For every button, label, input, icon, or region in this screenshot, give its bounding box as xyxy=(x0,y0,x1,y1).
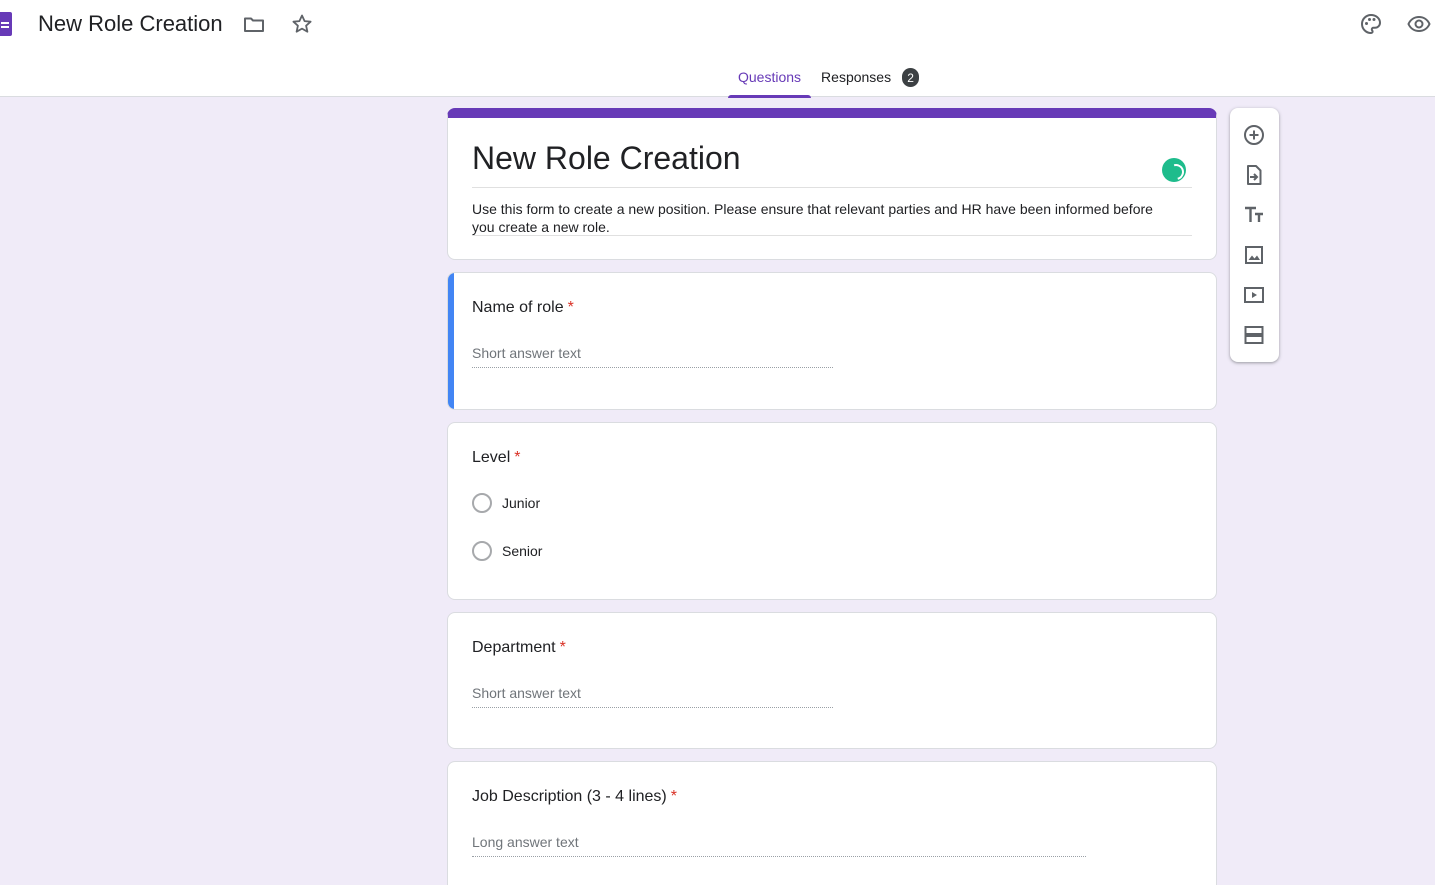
tab-responses[interactable]: Responses 2 xyxy=(811,58,929,97)
short-answer-field: Short answer text xyxy=(472,345,833,368)
question-title: Name of role * xyxy=(472,299,574,317)
question-title-text: Level xyxy=(472,449,511,466)
radio-option-label: Senior xyxy=(502,543,543,559)
question-card-level[interactable]: Level * Junior Senior xyxy=(447,422,1217,600)
short-answer-field: Short answer text xyxy=(472,685,833,708)
radio-circle-icon[interactable] xyxy=(472,541,492,561)
saving-spinner-icon xyxy=(1162,158,1186,182)
tab-responses-label: Responses xyxy=(821,69,892,85)
question-title: Department * xyxy=(472,639,566,657)
radio-option-junior[interactable]: Junior xyxy=(472,493,540,513)
question-card-name-of-role[interactable]: Name of role * Short answer text xyxy=(447,272,1217,410)
add-question-icon[interactable] xyxy=(1242,123,1266,147)
question-title: Job Description (3 - 4 lines) * xyxy=(472,788,677,806)
required-asterisk: * xyxy=(567,299,574,316)
star-icon[interactable] xyxy=(290,12,314,36)
form-header-card[interactable]: New Role Creation Use this form to creat… xyxy=(447,108,1217,260)
eye-icon[interactable] xyxy=(1407,12,1431,36)
required-asterisk: * xyxy=(559,639,566,656)
forms-logo[interactable] xyxy=(0,12,12,36)
side-toolbar xyxy=(1230,108,1279,362)
question-title-text: Department xyxy=(472,639,556,656)
tab-questions-label: Questions xyxy=(738,69,802,85)
title-underline xyxy=(472,187,1192,188)
required-asterisk: * xyxy=(670,788,677,805)
question-title: Level * xyxy=(472,449,520,467)
folder-icon[interactable] xyxy=(242,12,266,36)
required-asterisk: * xyxy=(514,449,521,466)
radio-circle-icon[interactable] xyxy=(472,493,492,513)
palette-icon[interactable] xyxy=(1359,12,1383,36)
document-title[interactable]: New Role Creation xyxy=(38,11,223,37)
question-title-text: Job Description (3 - 4 lines) xyxy=(472,788,667,805)
responses-count-badge: 2 xyxy=(902,68,920,87)
form-description[interactable]: Use this form to create a new position. … xyxy=(472,200,1172,236)
long-answer-field: Long answer text xyxy=(472,834,1086,857)
tab-bar: Questions Responses 2 xyxy=(728,58,929,98)
tab-questions[interactable]: Questions xyxy=(728,58,812,98)
add-image-icon[interactable] xyxy=(1242,243,1266,267)
radio-option-senior[interactable]: Senior xyxy=(472,541,542,561)
import-questions-icon[interactable] xyxy=(1242,163,1266,187)
description-underline xyxy=(472,235,1192,236)
question-card-job-description[interactable]: Job Description (3 - 4 lines) * Long answ… xyxy=(447,761,1217,885)
form-title[interactable]: New Role Creation xyxy=(472,140,741,177)
question-card-department[interactable]: Department * Short answer text xyxy=(447,612,1217,749)
question-title-text: Name of role xyxy=(472,299,564,316)
top-bar: New Role Creation Questions Responses 2 xyxy=(0,0,1435,98)
add-title-icon[interactable] xyxy=(1242,203,1266,227)
add-video-icon[interactable] xyxy=(1242,283,1266,307)
radio-option-label: Junior xyxy=(502,495,541,511)
add-section-icon[interactable] xyxy=(1242,323,1266,347)
